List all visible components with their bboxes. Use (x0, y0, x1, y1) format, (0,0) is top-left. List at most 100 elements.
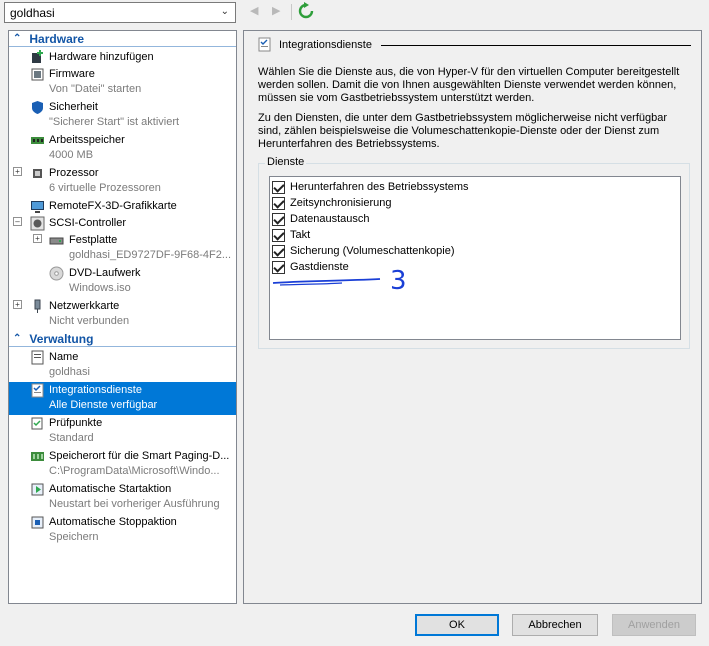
tree-item-checkpoints[interactable]: Prüfpunkte Standard (9, 415, 236, 448)
collapse-icon: ⌃ (13, 33, 22, 44)
tree-item-auto-stop[interactable]: Automatische Stoppaktion Speichern (9, 514, 236, 547)
service-data-exchange[interactable]: Datenaustausch (270, 211, 680, 227)
note-paragraph: Zu den Diensten, die unter dem Gastbetri… (258, 112, 668, 150)
checkpoint-icon (31, 417, 43, 430)
checkbox-checked[interactable] (272, 228, 285, 242)
ok-button[interactable]: OK (415, 614, 499, 636)
tree-item-sub: "Sicherer Start" ist aktiviert (49, 116, 180, 128)
tree-item-label: Speicherort für die Smart Paging-D... (49, 450, 230, 462)
checkbox-checked[interactable] (272, 180, 285, 194)
vm-selector-value: goldhasi (10, 5, 55, 20)
description-paragraph: Wählen Sie die Dienste aus, die von Hype… (258, 66, 680, 104)
tree-item-network-adapter[interactable]: + Netzwerkkarte Nicht verbunden (9, 298, 236, 331)
tree-item-auto-start[interactable]: Automatische Startaktion Neustart bei vo… (9, 481, 236, 514)
tree-item-scsi-controller[interactable]: – SCSI-Controller (9, 215, 236, 232)
tree-item-label: SCSI-Controller (49, 217, 127, 229)
tree-item-label: Sicherheit (49, 101, 98, 113)
tree-item-sub: 4000 MB (49, 149, 94, 161)
memory-icon (31, 137, 44, 144)
service-label: Zeitsynchronisierung (290, 197, 392, 209)
tree-item-sub: Speichern (49, 531, 99, 543)
shield-icon (32, 101, 43, 114)
chevron-down-icon: ⌄ (220, 6, 229, 17)
tree-item-label: Arbeitsspeicher (49, 134, 125, 146)
tree-item-add-hardware[interactable]: Hardware hinzufügen (9, 49, 236, 66)
service-heartbeat[interactable]: Takt (270, 227, 680, 243)
service-backup[interactable]: Sicherung (Volumeschattenkopie) (270, 243, 680, 259)
tree-item-label: Prüfpunkte (49, 417, 103, 429)
cancel-button[interactable]: Abbrechen (512, 614, 598, 636)
processor-icon (33, 169, 42, 178)
network-adapter-icon (34, 299, 41, 313)
tree-item-dvd-drive[interactable]: DVD-Laufwerk Windows.iso (9, 265, 236, 298)
tree-item-label: Netzwerkkarte (49, 300, 120, 312)
service-shutdown[interactable]: Herunterfahren des Betriebssystems (270, 179, 680, 195)
management-section-title: Verwaltung (29, 331, 94, 346)
tree-item-label: Firmware (49, 68, 95, 80)
forward-arrow-icon[interactable]: ▶ (272, 4, 280, 17)
service-label: Takt (290, 229, 311, 241)
header-divider (381, 45, 691, 46)
back-arrow-icon[interactable]: ◀ (250, 4, 258, 17)
scsi-controller-icon (30, 216, 45, 231)
dvd-icon (49, 266, 64, 281)
tree-item-sub: 6 virtuelle Prozessoren (49, 182, 161, 194)
tree-item-sub: Standard (49, 432, 94, 444)
checkbox-checked[interactable] (272, 244, 285, 258)
hardware-section-title: Hardware (29, 31, 85, 46)
services-list: Herunterfahren des Betriebssystems Zeits… (269, 176, 681, 340)
integration-services-icon (258, 37, 271, 52)
tree-item-sub: Neustart bei vorheriger Ausführung (49, 498, 220, 510)
details-title: Integrationsdienste (279, 38, 372, 51)
expand-icon[interactable]: + (33, 234, 42, 243)
checkbox-checked[interactable] (272, 212, 285, 226)
tree-item-sub: goldhasi_ED9727DF-9F68-4F2... (69, 249, 232, 261)
auto-stop-icon (31, 516, 44, 529)
tree-item-security[interactable]: Sicherheit "Sicherer Start" ist aktivier… (9, 99, 236, 132)
vm-selector[interactable]: goldhasi ⌄ (4, 2, 236, 23)
tree-item-label: RemoteFX-3D-Grafikkarte (49, 200, 177, 212)
services-group-label: Dienste (265, 156, 307, 168)
collapse-tree-icon[interactable]: – (13, 217, 22, 226)
tree-item-sub: goldhasi (49, 366, 90, 378)
tree-item-sub: Alle Dienste verfügbar (49, 399, 158, 411)
tree-item-sub: Windows.iso (69, 282, 131, 294)
service-time-sync[interactable]: Zeitsynchronisierung (270, 195, 680, 211)
tree-item-remotefx[interactable]: RemoteFX-3D-Grafikkarte (9, 198, 236, 215)
add-hardware-icon (32, 50, 43, 63)
tree-item-label: Festplatte (69, 234, 118, 246)
annotation-mark: 3 (390, 266, 407, 296)
tree-item-integration-services[interactable]: Integrationsdienste Alle Dienste verfügb… (9, 382, 236, 415)
collapse-icon: ⌃ (13, 333, 22, 344)
service-label: Herunterfahren des Betriebssystems (290, 181, 469, 193)
tree-item-label: Automatische Startaktion (49, 483, 172, 495)
tree-item-sub: C:\ProgramData\Microsoft\Windo... (49, 465, 220, 477)
integration-services-icon (31, 383, 44, 398)
expand-icon[interactable]: + (13, 167, 22, 176)
apply-button[interactable]: Anwenden (612, 614, 696, 636)
hard-drive-icon (49, 237, 64, 245)
tree-item-label: DVD-Laufwerk (69, 267, 141, 279)
tree-item-label: Automatische Stoppaktion (49, 516, 177, 528)
management-section-header[interactable]: ⌃ Verwaltung (9, 331, 236, 347)
tree-item-firmware[interactable]: Firmware Von "Datei" starten (9, 66, 236, 99)
hardware-section-header[interactable]: ⌃ Hardware (9, 31, 236, 47)
toolbar-separator (291, 4, 292, 20)
tree-item-hard-drive[interactable]: + Festplatte goldhasi_ED9727DF-9F68-4F2.… (9, 232, 236, 265)
tree-item-label: Name (49, 351, 79, 363)
refresh-icon[interactable] (298, 2, 314, 20)
tree-item-processor[interactable]: + Prozessor 6 virtuelle Prozessoren (9, 165, 236, 198)
details-header: Integrationsdienste (258, 37, 372, 52)
smart-paging-icon (31, 452, 44, 461)
tree-item-label: Hardware hinzufügen (49, 51, 154, 63)
tree-item-smart-paging[interactable]: Speicherort für die Smart Paging-D... C:… (9, 448, 236, 481)
expand-icon[interactable]: + (13, 300, 22, 309)
tree-item-name[interactable]: Name goldhasi (9, 349, 236, 382)
tree-item-memory[interactable]: Arbeitsspeicher 4000 MB (9, 132, 236, 165)
tree-item-sub: Nicht verbunden (49, 315, 130, 327)
checkbox-checked[interactable] (272, 196, 285, 210)
services-group: Dienste Herunterfahren des Betriebssyste… (258, 156, 690, 349)
name-document-icon (31, 350, 44, 365)
details-panel: Integrationsdienste Wählen Sie die Diens… (243, 30, 702, 604)
service-label: Datenaustausch (290, 213, 370, 225)
